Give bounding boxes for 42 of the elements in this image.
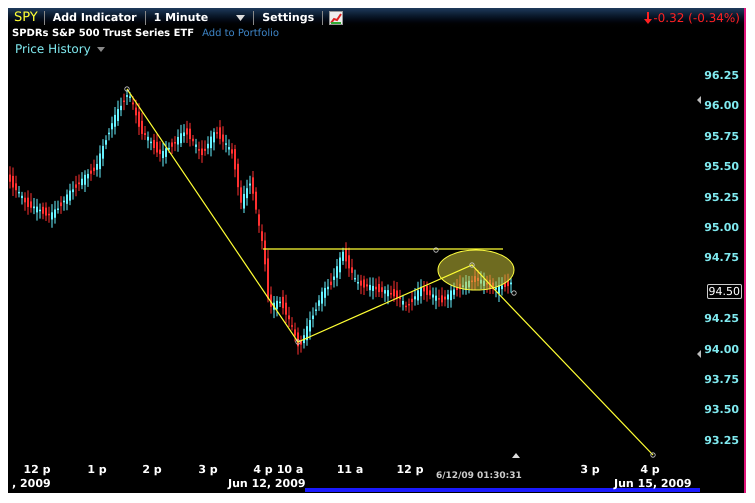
date-axis-label: Jun 12, 2009 (228, 477, 306, 490)
caret-icon (236, 15, 246, 21)
interval-dropdown[interactable]: 1 Minute (146, 11, 254, 25)
add-to-portfolio-link[interactable]: Add to Portfolio (202, 26, 279, 41)
current-price-label: 94.50 (706, 284, 742, 299)
marker-triangle-icon (512, 453, 520, 458)
price-axis-label: 95.00 (704, 221, 739, 235)
time-axis-label: 4 p (253, 463, 273, 476)
price-axis-label: 93.75 (704, 373, 739, 387)
price-axis-label: 94.75 (704, 251, 739, 266)
price-axis-label: 95.75 (704, 130, 739, 144)
toolbar-button[interactable]: Settings (254, 11, 324, 25)
date-axis-label: Jun 15, 2009 (614, 477, 692, 490)
price-axis-label: 95.25 (704, 190, 739, 205)
price-axis-label: 96.00 (704, 99, 739, 114)
time-axis-label: 12 p (24, 463, 50, 476)
price-axis-label: 94.25 (704, 312, 739, 326)
time-axis-label: 1 p (87, 463, 107, 476)
price-axis-label: 93.50 (704, 403, 739, 418)
time-axis-label: 3 p (198, 463, 218, 476)
security-name: SPDRs S&P 500 Trust Series ETF (12, 27, 194, 41)
price-change: -0.32 (-0.34%) (653, 10, 740, 27)
time-axis-label: 12 p (396, 463, 424, 476)
time-axis-label: 11 a (336, 463, 364, 476)
price-axis-label: 93.25 (704, 434, 739, 448)
price-axis-label: 95.50 (704, 160, 739, 174)
time-axis-label: 4 p (640, 463, 660, 476)
price-axis-label: 96.25 (704, 69, 739, 83)
price-axis-label: 94.00 (704, 342, 739, 357)
chart-icon[interactable] (329, 11, 344, 25)
time-axis-label: 10 a (276, 463, 304, 476)
date-axis-label: , 2009 (12, 477, 51, 490)
cursor-timestamp: 6/12/09 01:30:31 (436, 470, 522, 483)
marker-triangle-icon (697, 350, 701, 358)
down-arrow-icon (644, 12, 652, 24)
time-axis-label: 2 p (142, 463, 162, 476)
time-axis-label: 3 p (580, 463, 600, 476)
anchor-point-icon (511, 290, 517, 296)
toolbar-button[interactable]: Add Indicator (44, 11, 146, 25)
marker-triangle-icon (697, 96, 701, 104)
caret-icon (96, 46, 105, 52)
panel-dropdown[interactable]: Price History (15, 40, 105, 58)
